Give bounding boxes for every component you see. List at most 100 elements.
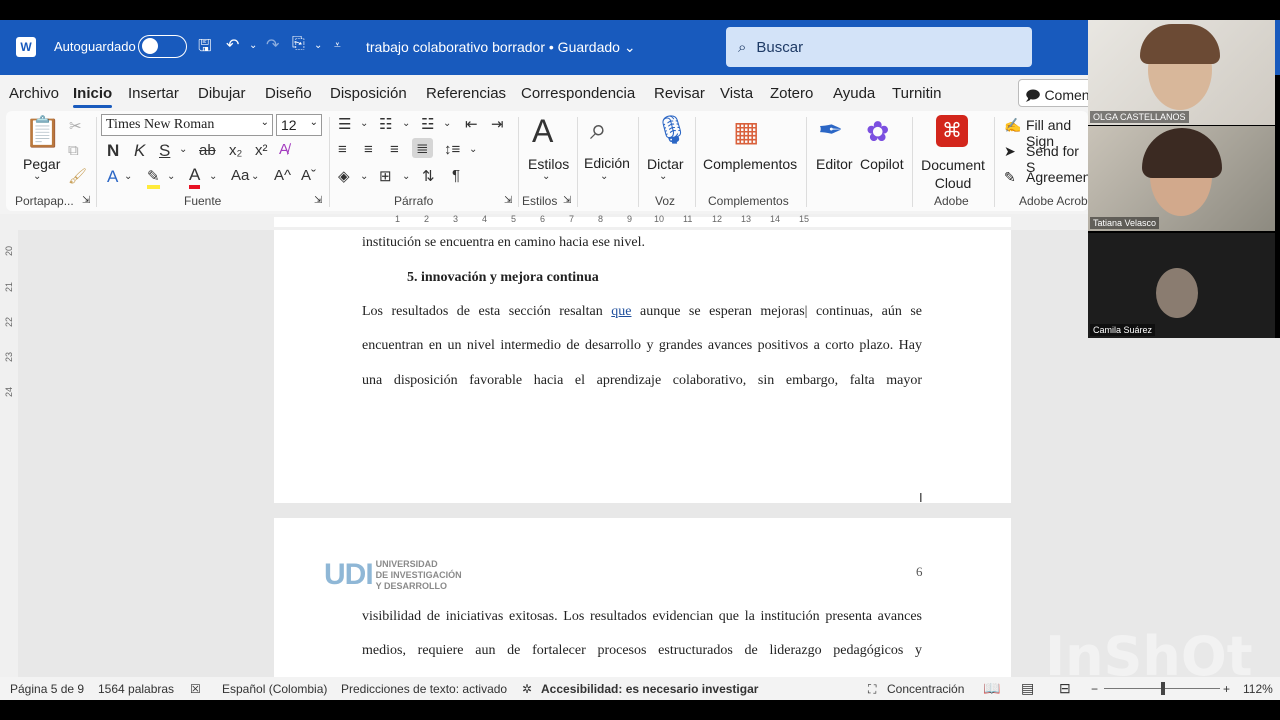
clear-formatting-icon[interactable]: A̸: [279, 141, 289, 158]
redo-icon[interactable]: ↷: [266, 35, 279, 55]
multilevel-dropdown-icon[interactable]: ⌄: [443, 118, 451, 129]
addins-icon[interactable]: ▦: [733, 115, 759, 148]
decrease-indent-icon[interactable]: ⇤: [465, 115, 478, 133]
show-marks-icon[interactable]: ¶: [452, 167, 460, 184]
fill-sign-icon[interactable]: ✍: [1004, 117, 1021, 134]
editing-dropdown-icon[interactable]: ⌄: [600, 171, 608, 182]
send-icon[interactable]: ➤: [1004, 143, 1016, 160]
save-icon[interactable]: 🖫: [198, 35, 212, 62]
customize-toolbar-icon[interactable]: ⩡: [334, 38, 341, 53]
paste-icon[interactable]: 📋: [24, 115, 61, 150]
change-case-dropdown-icon[interactable]: ⌄: [251, 171, 259, 182]
tab-archivo[interactable]: Archivo: [9, 85, 59, 102]
microphone-icon[interactable]: 🎙: [654, 113, 690, 146]
qa-dropdown-icon[interactable]: ⌄: [314, 40, 322, 51]
vertical-ruler[interactable]: 20 21 22 23 24: [0, 230, 18, 677]
read-mode-icon[interactable]: 📖: [983, 680, 1000, 697]
paragraph-launcher-icon[interactable]: ⇲: [504, 195, 512, 206]
align-left-icon[interactable]: ≡: [338, 141, 347, 158]
multilevel-list-icon[interactable]: ☳: [421, 115, 434, 133]
text-effects-icon[interactable]: A: [107, 167, 118, 187]
format-painter-icon[interactable]: 🖌: [68, 167, 87, 185]
cut-icon[interactable]: ✂: [69, 117, 82, 135]
line-spacing-icon[interactable]: ↕≡: [444, 141, 460, 158]
editor-button[interactable]: Editor: [816, 156, 853, 172]
word-app-icon[interactable]: W: [16, 37, 36, 57]
clipboard-launcher-icon[interactable]: ⇲: [82, 195, 90, 206]
italic-icon[interactable]: K: [134, 141, 145, 161]
agreement-icon[interactable]: ✎: [1004, 169, 1016, 186]
word-count[interactable]: 1564 palabras: [98, 682, 174, 696]
dictate-button[interactable]: Dictar: [647, 156, 684, 172]
underline-dropdown-icon[interactable]: ⌄: [179, 144, 187, 155]
line-spacing-dropdown-icon[interactable]: ⌄: [469, 144, 477, 155]
styles-button[interactable]: Estilos: [528, 156, 569, 172]
font-launcher-icon[interactable]: ⇲: [314, 195, 322, 206]
participant-video-3[interactable]: Camila Suárez: [1088, 233, 1275, 338]
tab-diseno[interactable]: Diseño: [265, 85, 312, 102]
addins-button[interactable]: Complementos: [703, 156, 797, 172]
page-6[interactable]: UDI UNIVERSIDAD DE INVESTIGACIÓN Y DESAR…: [274, 518, 1011, 677]
subscript-icon[interactable]: x₂: [229, 142, 242, 159]
tab-dibujar[interactable]: Dibujar: [198, 85, 246, 102]
undo-icon[interactable]: ↶: [226, 35, 239, 55]
dictate-dropdown-icon[interactable]: ⌄: [659, 171, 667, 182]
search-box[interactable]: ⌕ Buscar: [726, 27, 1032, 67]
strikethrough-icon[interactable]: ab: [199, 142, 216, 159]
focus-mode-button[interactable]: Concentración: [887, 682, 964, 696]
font-name-select[interactable]: Times New Roman ⌄: [101, 114, 273, 136]
comments-button[interactable]: 🗩 Comen: [1018, 79, 1094, 107]
tab-correspondencia[interactable]: Correspondencia: [521, 85, 635, 102]
tab-inicio[interactable]: Inicio: [73, 85, 113, 108]
participant-video-1[interactable]: OLGA CASTELLANOS: [1088, 20, 1275, 125]
document-cloud-button[interactable]: Document Cloud: [920, 156, 986, 192]
copy-icon[interactable]: ⧉: [68, 142, 79, 159]
undo-dropdown-icon[interactable]: ⌄: [249, 40, 257, 51]
borders-dropdown-icon[interactable]: ⌄: [402, 171, 410, 182]
document-canvas[interactable]: 20 21 22 23 24 institución se encuentra …: [0, 230, 1088, 677]
shading-dropdown-icon[interactable]: ⌄: [360, 171, 368, 182]
language-status[interactable]: Español (Colombia): [222, 682, 327, 696]
copilot-button[interactable]: Copilot: [860, 156, 904, 172]
autosave-toggle[interactable]: [138, 35, 187, 58]
increase-indent-icon[interactable]: ⇥: [491, 115, 504, 133]
font-color-icon[interactable]: A: [189, 165, 201, 189]
styles-launcher-icon[interactable]: ⇲: [563, 195, 571, 206]
justify-icon[interactable]: ≣: [412, 138, 433, 158]
acrobat-icon[interactable]: ⌘: [936, 115, 968, 147]
bullets-icon[interactable]: ☰: [338, 115, 351, 133]
styles-icon[interactable]: A: [532, 113, 553, 150]
find-icon[interactable]: ⌕: [590, 113, 607, 147]
copilot-icon[interactable]: ✿: [866, 115, 889, 148]
tab-revisar[interactable]: Revisar: [654, 85, 705, 102]
font-color-dropdown-icon[interactable]: ⌄: [209, 171, 217, 182]
tab-insertar[interactable]: Insertar: [128, 85, 179, 102]
accessibility-status[interactable]: Accesibilidad: es necesario investigar: [541, 682, 758, 696]
proofing-icon[interactable]: ☒: [190, 682, 201, 696]
tab-zotero[interactable]: Zotero: [770, 85, 813, 102]
page-5[interactable]: institución se encuentra en camino hacia…: [274, 230, 1011, 503]
agreements-button[interactable]: Agreemen: [1026, 169, 1091, 185]
numbering-icon[interactable]: ☷: [379, 115, 392, 133]
tab-vista[interactable]: Vista: [720, 85, 753, 102]
sort-icon[interactable]: ⇅: [422, 167, 435, 185]
change-case-icon[interactable]: Aa: [231, 167, 249, 184]
text-effects-dropdown-icon[interactable]: ⌄: [124, 171, 132, 182]
highlight-icon[interactable]: ✎: [147, 167, 160, 189]
shrink-font-icon[interactable]: Aˇ: [301, 167, 316, 184]
tab-referencias[interactable]: Referencias: [426, 85, 506, 102]
shading-icon[interactable]: ◈: [338, 167, 350, 185]
styles-dropdown-icon[interactable]: ⌄: [542, 171, 550, 182]
page-count[interactable]: Página 5 de 9: [10, 682, 84, 696]
accessibility-icon[interactable]: ✲: [522, 682, 532, 696]
document-title[interactable]: trabajo colaborativo borrador • Guardado…: [366, 39, 636, 56]
tab-disposicion[interactable]: Disposición: [330, 85, 407, 102]
tab-ayuda[interactable]: Ayuda: [833, 85, 875, 102]
underline-icon[interactable]: S: [159, 141, 170, 161]
participant-video-2[interactable]: Tatiana Velasco: [1088, 126, 1275, 231]
spelling-flag-text[interactable]: que: [611, 304, 631, 319]
bold-icon[interactable]: N: [107, 141, 119, 161]
format-painter-qa-icon[interactable]: ⎘: [292, 35, 305, 53]
editor-icon[interactable]: ✒: [818, 113, 843, 148]
align-center-icon[interactable]: ≡: [364, 141, 373, 158]
